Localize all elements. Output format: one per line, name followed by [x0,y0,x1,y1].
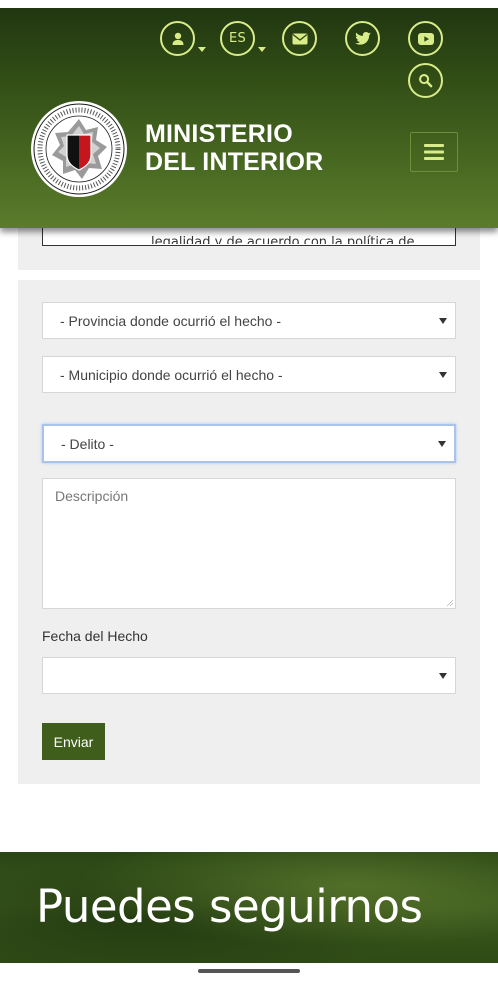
status-strip [0,0,498,8]
home-indicator[interactable] [198,969,300,973]
hamburger-menu-button[interactable] [410,132,458,172]
report-form: - Provincia donde ocurrió el hecho - - M… [18,280,480,784]
language-label: ES [228,31,247,46]
ministry-logo[interactable] [30,100,128,198]
resize-handle[interactable] [447,600,453,606]
youtube-icon[interactable] [408,21,443,56]
brand-line-1: MINISTERIO [145,120,293,148]
terms-text-clipped: legalidad y de acuerdo con la política d… [151,234,441,244]
province-select-value: - Provincia donde ocurrió el hecho - [60,312,282,329]
submit-button[interactable]: Enviar [42,723,105,760]
brand-name[interactable]: MINISTERIO DEL INTERIOR [145,120,323,176]
municipality-select[interactable]: - Municipio donde ocurrió el hecho - [42,356,456,393]
language-selector[interactable]: ES [220,21,255,56]
terms-text: legalidad y de acuerdo con la política d… [151,235,415,244]
previous-section-card: legalidad y de acuerdo con la política d… [18,224,480,270]
user-icon[interactable] [160,21,195,56]
hamburger-icon [424,144,444,160]
crime-select[interactable]: - Delito - [42,424,456,463]
mail-icon[interactable] [282,21,317,56]
chevron-down-icon [438,440,446,447]
twitter-icon[interactable] [345,21,380,56]
brand-line-2: DEL INTERIOR [145,148,324,176]
description-textarea[interactable]: Descripción [42,478,456,609]
chevron-down-icon [258,47,266,52]
province-select[interactable]: - Provincia donde ocurrió el hecho - [42,302,456,339]
banner-title: Puedes seguirnos [36,880,423,933]
chevron-down-icon [439,317,447,324]
chevron-down-icon [439,672,447,679]
chevron-down-icon [198,47,206,52]
date-label: Fecha del Hecho [42,628,148,644]
date-select[interactable] [42,657,456,694]
chevron-down-icon [439,371,447,378]
description-placeholder: Descripción [55,488,129,504]
municipality-select-value: - Municipio donde ocurrió el hecho - [60,366,283,383]
site-header: ES MINISTERIO DEL INTERIOR [0,0,498,228]
search-icon[interactable] [408,63,443,98]
crime-select-value: - Delito - [61,435,114,452]
follow-us-banner: Puedes seguirnos [0,852,498,963]
